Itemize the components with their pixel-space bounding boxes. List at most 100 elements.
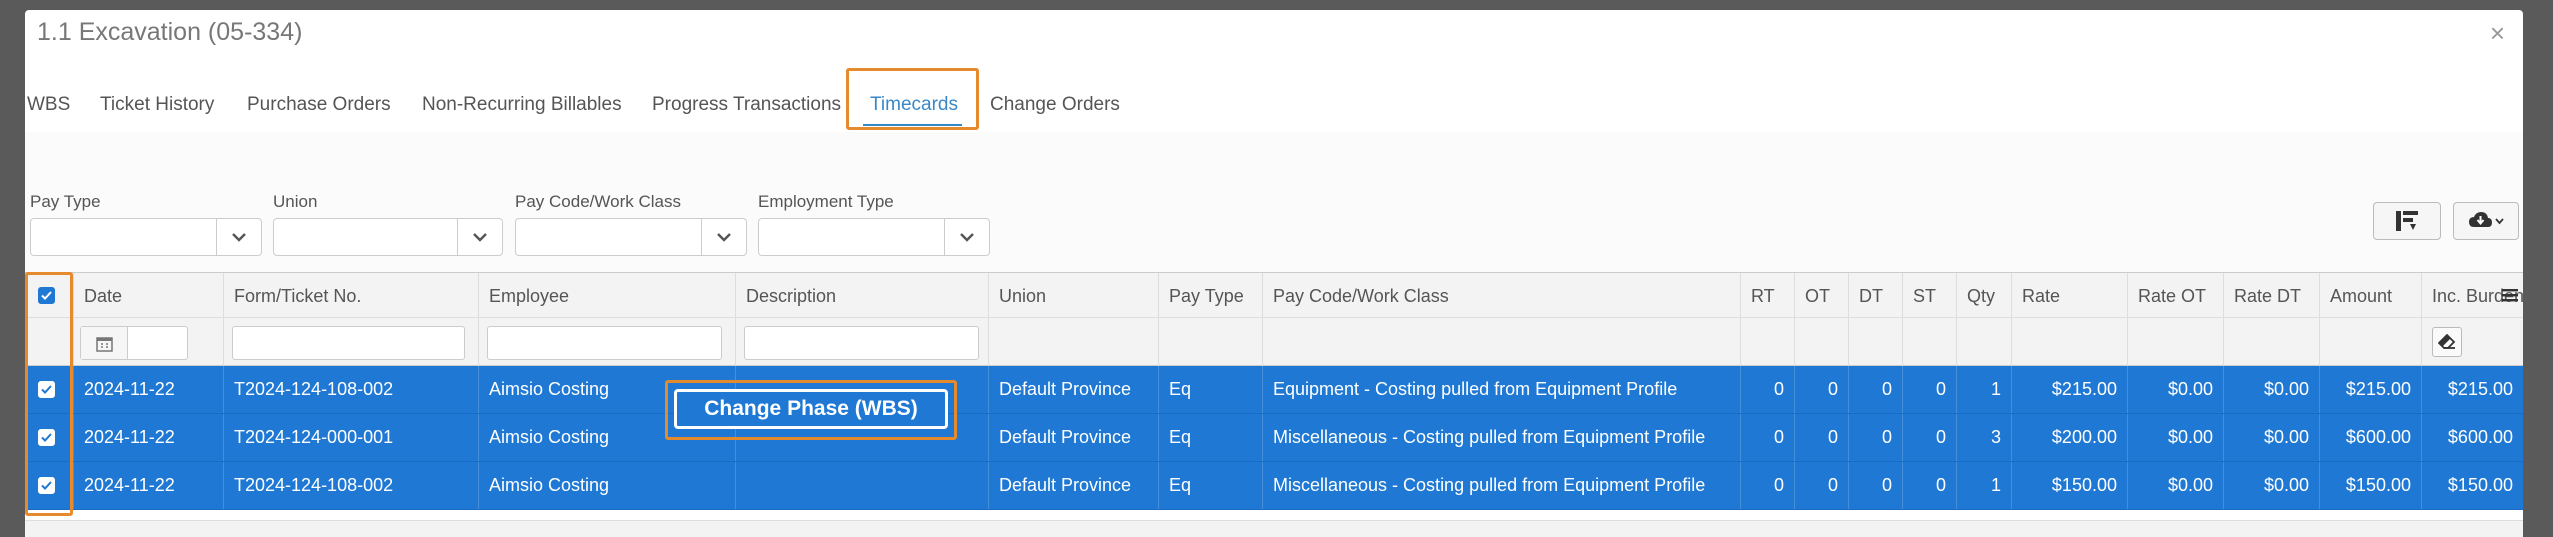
cell-qty: 1 [1956, 366, 2011, 413]
cell-description [735, 462, 988, 509]
cell-rt: 0 [1740, 366, 1794, 413]
cell-rt: 0 [1740, 414, 1794, 461]
cell-pay-type: Eq [1158, 462, 1262, 509]
cell-ticket: T2024-124-108-002 [223, 366, 478, 413]
select-all-cell [25, 273, 73, 319]
cell-dt: 0 [1848, 366, 1902, 413]
cell-rate-ot: $0.00 [2127, 366, 2223, 413]
cell-amount: $600.00 [2319, 414, 2421, 461]
col-rate-ot[interactable]: Rate OT [2127, 273, 2223, 319]
cell-qty: 1 [1956, 462, 2011, 509]
tab-wbs[interactable]: WBS [27, 94, 70, 116]
timecards-grid: Date Form/Ticket No. Employee Descriptio… [25, 272, 2523, 520]
row-checkbox[interactable] [38, 477, 55, 494]
union-label: Union [273, 192, 318, 211]
col-dt[interactable]: DT [1848, 273, 1902, 319]
hamburger-menu-icon[interactable] [2501, 287, 2519, 303]
filter-area: Pay Type Union Pay Code/Work Class Emplo… [25, 132, 2523, 272]
cell-pay-type: Eq [1158, 366, 1262, 413]
chevron-down-icon[interactable] [457, 219, 502, 255]
tab-change-orders[interactable]: Change Orders [990, 94, 1120, 116]
col-rate[interactable]: Rate [2011, 273, 2127, 319]
pay-code-select[interactable] [515, 218, 747, 256]
employment-type-label: Employment Type [758, 192, 894, 211]
tab-ticket-history[interactable]: Ticket History [100, 94, 214, 116]
cell-ticket: T2024-124-000-001 [223, 414, 478, 461]
col-pay-type[interactable]: Pay Type [1158, 273, 1262, 319]
export-button[interactable] [2453, 202, 2519, 240]
modal-dialog: 1.1 Excavation (05-334) × WBS Ticket His… [25, 10, 2523, 537]
col-pay-code[interactable]: Pay Code/Work Class [1262, 273, 1740, 319]
cell-dt: 0 [1848, 414, 1902, 461]
grid-filter-row [25, 318, 2523, 366]
checkmark-icon [41, 433, 52, 442]
cell-ticket: T2024-124-108-002 [223, 462, 478, 509]
col-amount[interactable]: Amount [2319, 273, 2421, 319]
cloud-download-icon [2469, 212, 2504, 227]
cell-rate-dt: $0.00 [2223, 462, 2319, 509]
calendar-icon[interactable] [81, 327, 128, 359]
eraser-icon[interactable] [2432, 327, 2462, 357]
cell-ot: 0 [1794, 414, 1848, 461]
cell-rate-ot: $0.00 [2127, 414, 2223, 461]
col-union[interactable]: Union [988, 273, 1158, 319]
tab-highlight [846, 68, 979, 130]
cell-amount: $150.00 [2319, 462, 2421, 509]
tab-progress-transactions[interactable]: Progress Transactions [652, 94, 841, 116]
context-button-highlight: Change Phase (WBS) [665, 380, 957, 440]
pay-type-select[interactable] [30, 218, 262, 256]
col-ot[interactable]: OT [1794, 273, 1848, 319]
col-rate-dt[interactable]: Rate DT [2223, 273, 2319, 319]
table-row[interactable]: 2024-11-22 T2024-124-108-002 Aimsio Cost… [25, 366, 2523, 414]
cell-date: 2024-11-22 [73, 366, 223, 413]
ticket-filter-input[interactable] [232, 326, 465, 360]
change-phase-button[interactable]: Change Phase (WBS) [674, 389, 948, 429]
row-checkbox[interactable] [38, 381, 55, 398]
col-date[interactable]: Date [73, 273, 223, 319]
chevron-down-icon[interactable] [701, 219, 746, 255]
union-select[interactable] [273, 218, 503, 256]
col-ticket[interactable]: Form/Ticket No. [223, 273, 478, 319]
table-row[interactable]: 2024-11-22 T2024-124-108-002 Aimsio Cost… [25, 462, 2523, 510]
select-all-checkbox[interactable] [38, 287, 55, 304]
cell-dt: 0 [1848, 462, 1902, 509]
modal-title: 1.1 Excavation (05-334) [37, 18, 303, 46]
grid-header-row: Date Form/Ticket No. Employee Descriptio… [25, 272, 2523, 319]
cell-inc-burden: $150.00 [2421, 462, 2523, 509]
col-st[interactable]: ST [1902, 273, 1956, 319]
col-description[interactable]: Description [735, 273, 988, 319]
cell-date: 2024-11-22 [73, 462, 223, 509]
checkmark-icon [41, 385, 52, 394]
chevron-down-icon[interactable] [944, 219, 989, 255]
cell-inc-burden: $215.00 [2421, 366, 2523, 413]
pay-type-label: Pay Type [30, 192, 101, 211]
cell-amount: $215.00 [2319, 366, 2421, 413]
checkmark-icon [41, 291, 52, 300]
cell-union: Default Province [988, 462, 1158, 509]
column-chooser-button[interactable] [2373, 202, 2441, 240]
cell-rate-ot: $0.00 [2127, 462, 2223, 509]
pay-code-label: Pay Code/Work Class [515, 192, 681, 211]
cell-rate-dt: $0.00 [2223, 366, 2319, 413]
col-qty[interactable]: Qty [1956, 273, 2011, 319]
description-filter-input[interactable] [744, 326, 979, 360]
close-icon[interactable]: × [2490, 18, 2505, 49]
cell-qty: 3 [1956, 414, 2011, 461]
cell-rt: 0 [1740, 462, 1794, 509]
table-row[interactable]: 2024-11-22 T2024-124-000-001 Aimsio Cost… [25, 414, 2523, 462]
date-filter-input[interactable] [80, 326, 188, 360]
cell-union: Default Province [988, 414, 1158, 461]
grid-footer [25, 520, 2523, 537]
tab-purchase-orders[interactable]: Purchase Orders [247, 94, 391, 116]
cell-date: 2024-11-22 [73, 414, 223, 461]
cell-rate: $150.00 [2011, 462, 2127, 509]
tab-non-recurring-billables[interactable]: Non-Recurring Billables [422, 94, 622, 116]
employee-filter-input[interactable] [487, 326, 722, 360]
row-checkbox[interactable] [38, 429, 55, 446]
cell-pay-code: Miscellaneous - Costing pulled from Equi… [1262, 462, 1740, 509]
employment-type-select[interactable] [758, 218, 990, 256]
col-employee[interactable]: Employee [478, 273, 735, 319]
cell-pay-code: Equipment - Costing pulled from Equipmen… [1262, 366, 1740, 413]
col-rt[interactable]: RT [1740, 273, 1794, 319]
chevron-down-icon[interactable] [216, 219, 261, 255]
